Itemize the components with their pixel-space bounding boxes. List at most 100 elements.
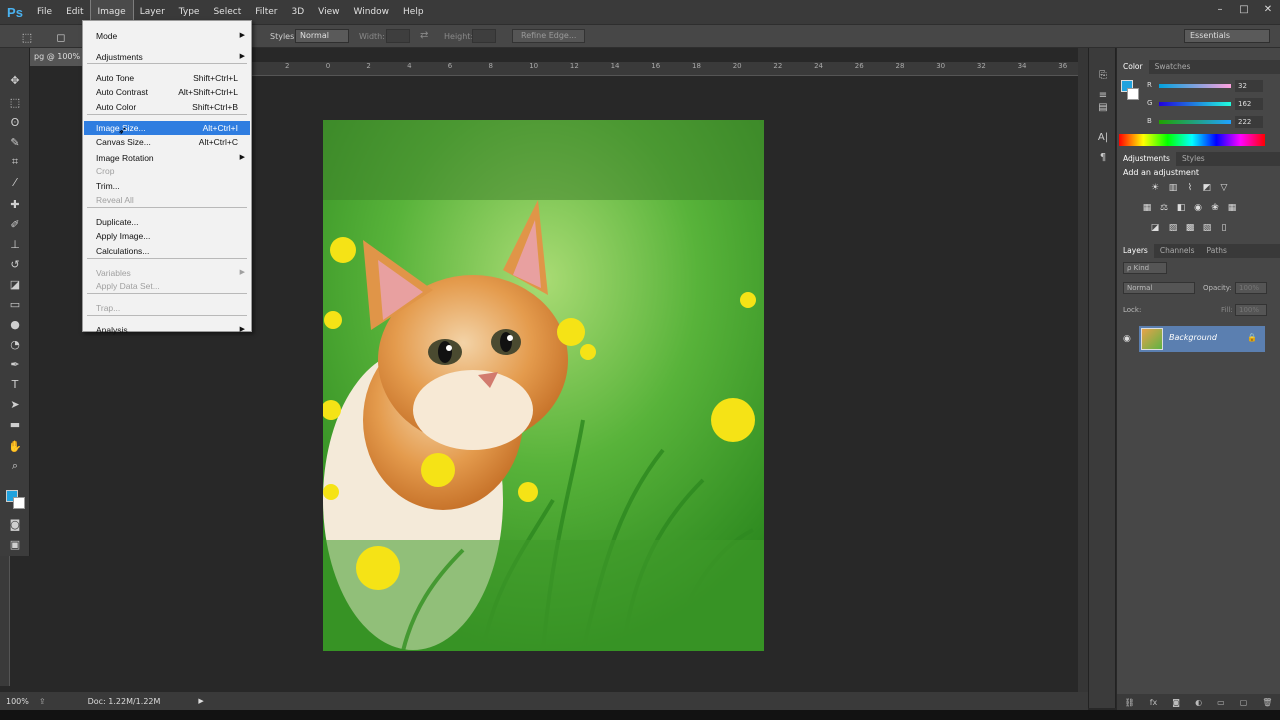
info-icon[interactable]: ▤ xyxy=(1095,102,1111,116)
new-group-icon[interactable]: ▭ xyxy=(1217,698,1225,707)
menu-item-apply-image[interactable]: Apply Image... xyxy=(84,229,250,243)
height-field[interactable] xyxy=(472,29,496,43)
menu-item-adjustments[interactable]: Adjustments ▶ xyxy=(84,50,250,64)
history-brush-tool-icon[interactable]: ↺ xyxy=(6,256,24,272)
new-adjustment-icon[interactable]: ◐ xyxy=(1195,698,1202,707)
healing-brush-tool-icon[interactable]: ✚ xyxy=(6,196,24,212)
workspace-select[interactable]: Essentials xyxy=(1184,29,1270,43)
color-background-swatch[interactable] xyxy=(1127,88,1139,100)
pen-tool-icon[interactable]: ✒ xyxy=(6,356,24,372)
menu-item-trim[interactable]: Trim... xyxy=(84,179,250,193)
new-layer-icon[interactable]: ▢ xyxy=(1240,698,1248,707)
threshold-icon[interactable]: ▩ xyxy=(1184,222,1196,234)
type-tool-icon[interactable]: T xyxy=(6,376,24,392)
path-selection-tool-icon[interactable]: ➤ xyxy=(6,396,24,412)
eyedropper-tool-icon[interactable]: ⁄ xyxy=(6,174,24,190)
levels-icon[interactable]: ▥ xyxy=(1167,182,1179,194)
invert-icon[interactable]: ◪ xyxy=(1149,222,1161,234)
marquee-tool-icon[interactable]: ⬚ xyxy=(6,94,24,110)
maximize-button[interactable]: □ xyxy=(1232,0,1256,18)
red-slider[interactable]: R 32 xyxy=(1147,80,1277,92)
photo-filter-icon[interactable]: ◉ xyxy=(1192,202,1204,214)
menu-item-analysis[interactable]: Analysis ▶ xyxy=(84,323,250,337)
visibility-eye-icon[interactable]: ◉ xyxy=(1123,334,1131,344)
layer-style-icon[interactable]: fx xyxy=(1150,698,1158,707)
add-mask-icon[interactable]: ◙ xyxy=(1172,698,1180,707)
menu-file[interactable]: File xyxy=(30,0,59,24)
marquee-preset-icon[interactable]: ⬚ xyxy=(18,29,36,45)
color-spectrum-bar[interactable] xyxy=(1119,134,1265,146)
move-tool-icon[interactable]: ✥ xyxy=(6,72,24,88)
crop-tool-icon[interactable]: ⌗ xyxy=(6,154,24,170)
zoom-tool-icon[interactable]: ⌕ xyxy=(6,458,24,474)
brush-tool-icon[interactable]: ✐ xyxy=(6,216,24,232)
swap-icon[interactable]: ⇄ xyxy=(420,30,428,41)
layer-row-background[interactable]: Background 🔒 xyxy=(1139,326,1265,352)
green-track[interactable] xyxy=(1159,102,1231,106)
color-balance-icon[interactable]: ⚖ xyxy=(1158,202,1170,214)
menu-item-duplicate[interactable]: Duplicate... xyxy=(84,215,250,229)
tab-layers[interactable]: Layers xyxy=(1117,244,1154,258)
color-lookup-icon[interactable]: ▦ xyxy=(1226,202,1238,214)
menu-item-calculations[interactable]: Calculations... xyxy=(84,244,250,258)
hue-saturation-icon[interactable]: ▦ xyxy=(1141,202,1153,214)
blend-mode-select[interactable]: Normal xyxy=(1123,282,1195,294)
width-field[interactable] xyxy=(386,29,410,43)
vibrance-icon[interactable]: ▽ xyxy=(1218,182,1230,194)
delete-layer-icon[interactable]: 🗑 xyxy=(1262,698,1272,707)
layer-filter-select[interactable]: ρ Kind xyxy=(1123,262,1167,274)
gradient-tool-icon[interactable]: ▭ xyxy=(6,296,24,312)
zoom-level[interactable]: 100% xyxy=(6,697,29,706)
menu-item-image-size[interactable]: Image Size... Alt+Ctrl+I xyxy=(84,121,250,135)
brightness-icon[interactable]: ☀ xyxy=(1149,182,1161,194)
selection-mode-icon[interactable]: ◻ xyxy=(52,29,70,45)
fill-field[interactable]: 100% xyxy=(1235,304,1267,316)
screen-mode-icon[interactable]: ▣ xyxy=(6,536,24,552)
menu-item-image-rotation[interactable]: Image Rotation ▶ xyxy=(84,151,250,165)
refine-edge-button[interactable]: Refine Edge... xyxy=(512,29,586,43)
blue-slider[interactable]: B 222 xyxy=(1147,116,1277,128)
link-layers-icon[interactable]: ⛓ xyxy=(1125,698,1135,707)
menu-item-mode[interactable]: Mode ▶ xyxy=(84,29,250,43)
blue-value[interactable]: 222 xyxy=(1235,116,1263,128)
history-icon[interactable]: ⎘ xyxy=(1095,70,1111,84)
tab-adjustments[interactable]: Adjustments xyxy=(1117,152,1176,166)
close-button[interactable]: ✕ xyxy=(1256,0,1280,18)
hand-tool-icon[interactable]: ✋ xyxy=(6,438,24,454)
menu-item-auto-contrast[interactable]: Auto Contrast Alt+Shift+Ctrl+L xyxy=(84,85,250,99)
shape-tool-icon[interactable]: ▬ xyxy=(6,416,24,432)
red-track[interactable] xyxy=(1159,84,1231,88)
selective-color-icon[interactable]: ▧ xyxy=(1201,222,1213,234)
menu-item-auto-color[interactable]: Auto Color Shift+Ctrl+B xyxy=(84,100,250,114)
menu-item-auto-tone[interactable]: Auto Tone Shift+Ctrl+L xyxy=(84,71,250,85)
menu-item-canvas-size[interactable]: Canvas Size... Alt+Ctrl+C xyxy=(84,135,250,149)
black-white-icon[interactable]: ◧ xyxy=(1175,202,1187,214)
character-icon[interactable]: A| xyxy=(1095,132,1111,146)
tab-paths[interactable]: Paths xyxy=(1201,244,1233,258)
vertical-scrollbar[interactable] xyxy=(1078,48,1088,694)
red-value[interactable]: 32 xyxy=(1235,80,1263,92)
status-menu-arrow-icon[interactable]: ▶ xyxy=(198,697,203,705)
lasso-tool-icon[interactable]: ʘ xyxy=(6,114,24,130)
blue-track[interactable] xyxy=(1159,120,1231,124)
menu-view[interactable]: View xyxy=(311,0,346,24)
export-icon[interactable]: ⇪ xyxy=(39,697,46,706)
green-value[interactable]: 162 xyxy=(1235,98,1263,110)
curves-icon[interactable]: ⌇ xyxy=(1184,182,1196,194)
tab-styles[interactable]: Styles xyxy=(1176,152,1211,166)
eraser-tool-icon[interactable]: ◪ xyxy=(6,276,24,292)
styles-select[interactable]: Normal xyxy=(295,29,349,43)
gradient-map-icon[interactable]: ▯ xyxy=(1218,222,1230,234)
quick-mask-icon[interactable]: ◙ xyxy=(6,516,24,532)
channel-mixer-icon[interactable]: ❀ xyxy=(1209,202,1221,214)
menu-window[interactable]: Window xyxy=(347,0,397,24)
background-color-swatch[interactable] xyxy=(13,497,25,509)
paragraph-icon[interactable]: ¶ xyxy=(1095,152,1111,166)
green-slider[interactable]: G 162 xyxy=(1147,98,1277,110)
minimize-button[interactable]: – xyxy=(1208,0,1232,18)
tab-channels[interactable]: Channels xyxy=(1154,244,1201,258)
posterize-icon[interactable]: ▨ xyxy=(1167,222,1179,234)
opacity-field[interactable]: 100% xyxy=(1235,282,1267,294)
blur-tool-icon[interactable]: ● xyxy=(6,316,24,332)
tab-swatches[interactable]: Swatches xyxy=(1149,60,1197,74)
